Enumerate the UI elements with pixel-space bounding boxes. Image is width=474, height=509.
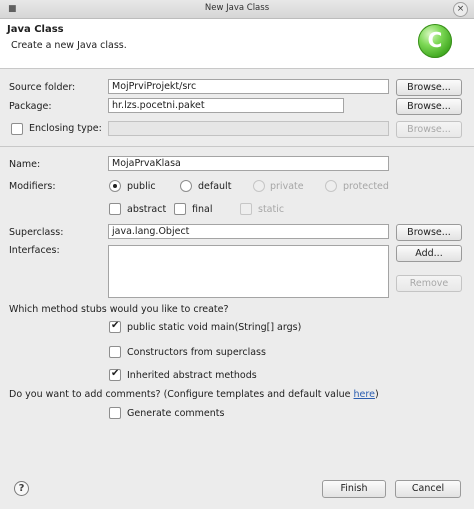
generate-comments-label: Generate comments <box>127 408 225 419</box>
window-titlebar: ■ New Java Class × <box>0 0 474 19</box>
comments-question-text: Do you want to add comments? (Configure … <box>9 389 354 400</box>
close-icon[interactable]: × <box>453 2 468 17</box>
java-class-logo-icon: C <box>418 24 452 58</box>
superclass-browse-button[interactable]: Browse... <box>396 224 462 241</box>
name-input[interactable]: MojaPrvaKlasa <box>108 156 389 171</box>
window-title: New Java Class <box>204 3 270 13</box>
modifier-final-checkbox[interactable] <box>174 203 186 215</box>
modifier-default-radio[interactable] <box>180 180 192 192</box>
package-browse-button[interactable]: Browse... <box>396 98 462 115</box>
help-icon[interactable]: ? <box>14 481 29 496</box>
stub-inherited-checkbox[interactable] <box>109 368 121 381</box>
enclosing-type-input[interactable] <box>108 121 389 136</box>
wizard-header: Java Class Create a new Java class. <box>0 19 474 69</box>
interfaces-label: Interfaces: <box>9 245 60 256</box>
stub-inherited-label: Inherited abstract methods <box>127 370 257 381</box>
modifier-protected-label: protected <box>343 181 389 192</box>
modifier-abstract-label: abstract <box>127 204 167 215</box>
modifier-public-radio[interactable] <box>109 180 121 192</box>
finish-button[interactable]: Finish <box>322 480 386 498</box>
configure-templates-link[interactable]: here <box>354 389 375 400</box>
modifier-protected-radio[interactable] <box>325 180 337 192</box>
package-label: Package: <box>9 101 52 112</box>
modifier-abstract-checkbox[interactable] <box>109 203 121 215</box>
source-folder-label: Source folder: <box>9 82 76 93</box>
interfaces-add-button[interactable]: Add... <box>396 245 462 262</box>
cancel-button[interactable]: Cancel <box>395 480 461 498</box>
stub-main-label: public static void main(String[] args) <box>127 322 302 333</box>
modifier-private-radio[interactable] <box>253 180 265 192</box>
modifiers-label: Modifiers: <box>9 181 56 192</box>
separator <box>0 146 474 147</box>
interfaces-list[interactable] <box>108 245 389 298</box>
superclass-input[interactable]: java.lang.Object <box>108 224 389 239</box>
stub-constructors-checkbox[interactable] <box>109 346 121 358</box>
stub-constructors-label: Constructors from superclass <box>127 347 266 358</box>
source-folder-input[interactable]: MojPrviProjekt/src <box>108 79 389 94</box>
stubs-question: Which method stubs would you like to cre… <box>9 304 229 315</box>
modifier-static-label: static <box>258 204 285 215</box>
logo-letter: C <box>427 28 443 52</box>
modifier-static-checkbox[interactable] <box>240 203 252 215</box>
enclosing-type-browse-button[interactable]: Browse... <box>396 121 462 138</box>
interfaces-remove-button[interactable]: Remove <box>396 275 462 292</box>
comments-question: Do you want to add comments? (Configure … <box>9 389 379 400</box>
modifier-private-label: private <box>270 181 304 192</box>
name-label: Name: <box>9 159 41 170</box>
source-folder-browse-button[interactable]: Browse... <box>396 79 462 96</box>
package-input[interactable]: hr.lzs.pocetni.paket <box>108 98 344 113</box>
stub-main-checkbox[interactable] <box>109 320 121 333</box>
comments-question-close: ) <box>374 389 379 400</box>
enclosing-type-checkbox[interactable] <box>11 123 23 135</box>
enclosing-type-label: Enclosing type: <box>29 123 102 134</box>
modifier-default-label: default <box>198 181 232 192</box>
generate-comments-checkbox[interactable] <box>109 407 121 419</box>
modifier-final-label: final <box>192 204 213 215</box>
header-title: Java Class <box>7 24 64 35</box>
superclass-label: Superclass: <box>9 227 64 238</box>
modifier-public-label: public <box>127 181 156 192</box>
header-description: Create a new Java class. <box>11 40 127 51</box>
